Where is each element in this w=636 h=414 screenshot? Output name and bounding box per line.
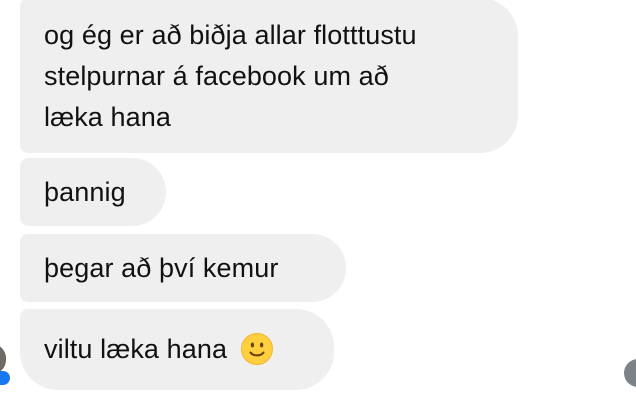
message-1-line-1: og ég er að biðja allar flotttustu: [44, 20, 417, 50]
message-bubble-4: viltu læka hana: [20, 309, 334, 390]
seen-avatar: [624, 359, 636, 387]
message-2-text: þannig: [44, 177, 126, 207]
sender-avatar[interactable]: [0, 344, 6, 374]
slightly-smiling-face-icon: [240, 332, 274, 366]
message-1-line-2: stelpurnar á facebook um að: [44, 61, 389, 91]
message-4-text: viltu læka hana: [44, 334, 228, 364]
message-bubble-3: þegar að því kemur: [20, 234, 346, 302]
messenger-badge-icon: [0, 371, 10, 385]
message-bubble-2: þannig: [20, 158, 166, 226]
message-bubble-1: og ég er að biðja allar flotttustu stelp…: [20, 0, 518, 153]
message-1-line-3: læka hana: [44, 102, 171, 132]
message-3-text: þegar að því kemur: [44, 253, 279, 283]
